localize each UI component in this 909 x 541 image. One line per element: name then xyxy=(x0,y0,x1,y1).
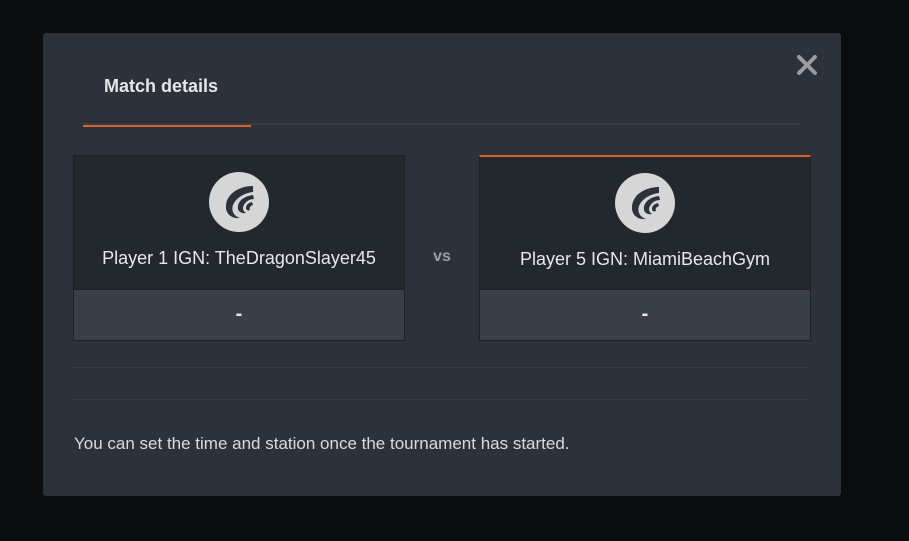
divider xyxy=(71,399,811,400)
player-name: Player 1 IGN: TheDragonSlayer45 xyxy=(102,248,376,268)
versus-label: vs xyxy=(433,248,451,265)
tab-bar: Match details xyxy=(83,33,801,127)
score-box[interactable]: - xyxy=(480,289,810,340)
player-info: Player 5 IGN: MiamiBeachGym xyxy=(480,157,810,290)
wing-logo-icon xyxy=(631,187,660,220)
active-tab-indicator xyxy=(83,125,251,127)
divider xyxy=(71,367,811,368)
wing-logo-icon xyxy=(225,186,254,219)
tab-label: Match details xyxy=(104,76,219,96)
player-name: Player 5 IGN: MiamiBeachGym xyxy=(519,249,771,269)
score-box[interactable]: - xyxy=(74,289,404,340)
match-details-modal: Match details Player 1 IGN: TheDragonSla… xyxy=(43,33,841,496)
tab-match-details[interactable]: Match details xyxy=(83,33,251,127)
score-value: - xyxy=(235,303,243,325)
player-info: Player 1 IGN: TheDragonSlayer45 xyxy=(74,156,404,290)
avatar xyxy=(209,172,269,232)
time-station-note: You can set the time and station once th… xyxy=(74,434,570,453)
player-card-left: Player 1 IGN: TheDragonSlayer45 - xyxy=(73,155,405,341)
score-value: - xyxy=(641,303,649,325)
avatar xyxy=(615,173,675,233)
player-card-right: Player 5 IGN: MiamiBeachGym - xyxy=(479,155,811,341)
